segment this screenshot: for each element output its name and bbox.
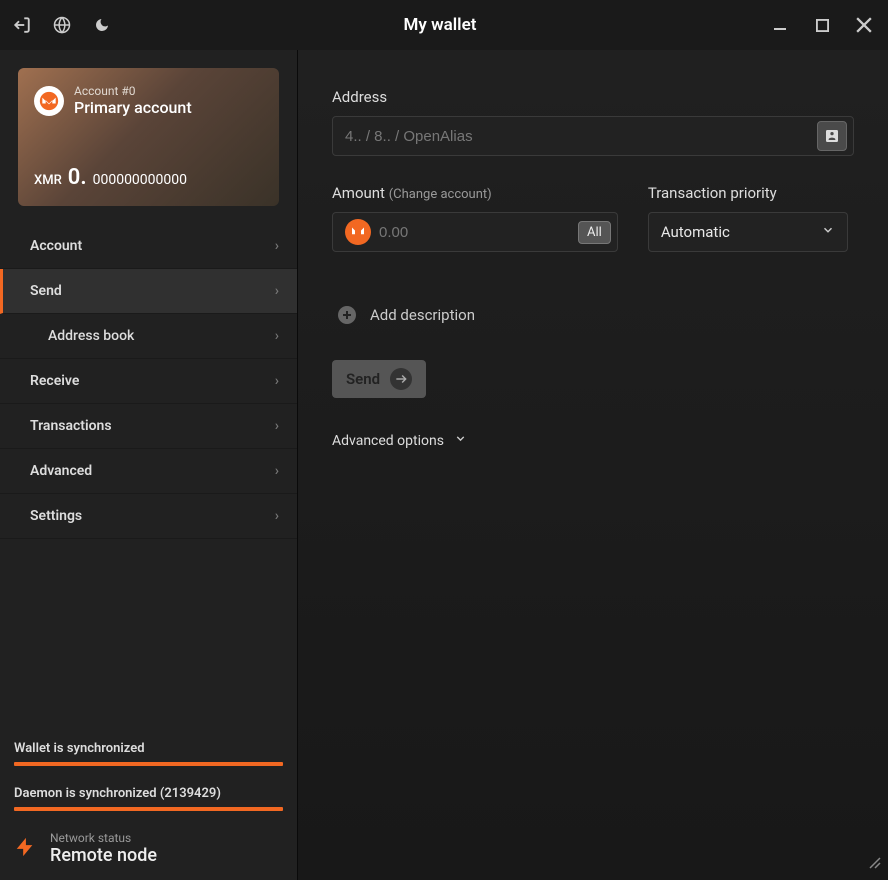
globe-icon[interactable]: [52, 15, 72, 35]
nav-settings[interactable]: Settings ›: [0, 494, 297, 539]
address-input-row: [332, 116, 854, 156]
minimize-button[interactable]: [768, 13, 792, 37]
chevron-right-icon: ›: [275, 508, 279, 524]
chevron-right-icon: ›: [275, 418, 279, 434]
chevron-right-icon: ›: [275, 238, 279, 254]
sidebar: Account #0 Primary account XMR 0. 000000…: [0, 50, 298, 880]
lightning-icon: [14, 833, 36, 865]
nav-receive[interactable]: Receive ›: [0, 359, 297, 404]
advanced-options-toggle[interactable]: Advanced options: [332, 432, 854, 449]
wallet-sync-label: Wallet is synchronized: [14, 741, 283, 756]
amount-input[interactable]: [379, 224, 578, 241]
chevron-right-icon: ›: [275, 463, 279, 479]
daemon-sync-bar: [14, 807, 283, 811]
nav-advanced[interactable]: Advanced ›: [0, 449, 297, 494]
daemon-sync-label: Daemon is synchronized (2139429): [14, 786, 283, 801]
network-status[interactable]: Network status Remote node: [14, 831, 283, 866]
priority-label: Transaction priority: [648, 184, 848, 202]
chevron-right-icon: ›: [275, 283, 279, 299]
nav-address-book[interactable]: Address book ›: [0, 314, 297, 359]
nav-transactions[interactable]: Transactions ›: [0, 404, 297, 449]
account-name: Primary account: [74, 98, 192, 117]
account-subtitle: Account #0: [74, 84, 192, 98]
wallet-sync-bar: [14, 762, 283, 766]
account-card[interactable]: Account #0 Primary account XMR 0. 000000…: [18, 68, 279, 206]
moon-icon[interactable]: [92, 15, 112, 35]
chevron-right-icon: ›: [275, 373, 279, 389]
all-button[interactable]: All: [578, 221, 611, 244]
priority-select[interactable]: Automatic: [648, 212, 848, 252]
nav-send[interactable]: Send ›: [0, 269, 297, 314]
main-panel: Address Amount (Change account) All: [298, 50, 888, 880]
address-label: Address: [332, 88, 854, 106]
change-account-link[interactable]: (Change account): [389, 187, 492, 202]
window-title: My wallet: [112, 15, 768, 35]
monero-icon: [345, 219, 371, 245]
send-button[interactable]: Send: [332, 360, 426, 398]
nav-account[interactable]: Account ›: [0, 224, 297, 269]
exit-icon[interactable]: [12, 15, 32, 35]
chevron-down-icon: [454, 432, 467, 449]
address-input[interactable]: [345, 128, 817, 145]
add-description-button[interactable]: Add description: [332, 306, 854, 324]
chevron-down-icon: [821, 223, 835, 241]
monero-logo-icon: [34, 86, 64, 116]
close-button[interactable]: [852, 13, 876, 37]
address-book-button[interactable]: [817, 121, 847, 151]
maximize-button[interactable]: [810, 13, 834, 37]
plus-icon: [338, 306, 356, 324]
resize-grip-icon[interactable]: [868, 855, 882, 874]
chevron-right-icon: ›: [275, 328, 279, 344]
arrow-right-icon: [390, 368, 412, 390]
balance: XMR 0. 000000000000: [34, 165, 187, 190]
amount-label: Amount (Change account): [332, 184, 618, 202]
